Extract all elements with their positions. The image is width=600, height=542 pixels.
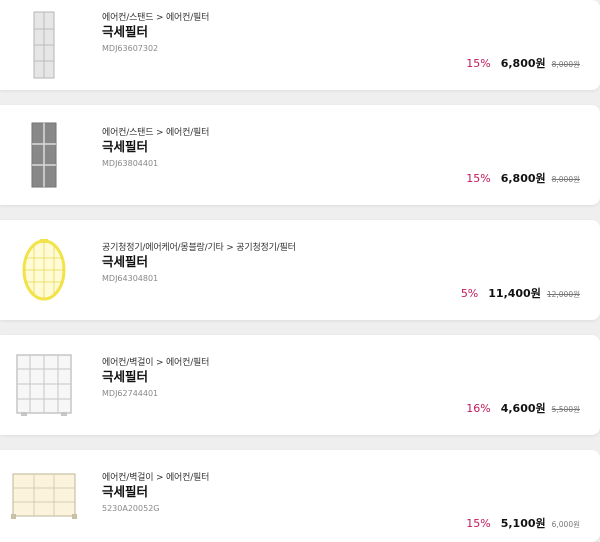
product-code: 5230A20052G bbox=[102, 504, 160, 513]
discount-rate: 16% bbox=[466, 402, 491, 415]
product-list: 에어컨/스탠드 > 에어컨/필터 극세필터 MDJ63607302 15% 6,… bbox=[0, 0, 600, 542]
product-card[interactable]: 에어컨/벽걸이 > 에어컨/필터 극세필터 5230A20052G 15% 5,… bbox=[0, 450, 600, 542]
product-name: 극세필터 bbox=[102, 484, 149, 499]
price-row: 5% 11,400원 12,000원 bbox=[461, 285, 580, 301]
discount-rate: 15% bbox=[466, 172, 491, 185]
product-card[interactable]: 에어컨/스탠드 > 에어컨/필터 극세필터 MDJ63804401 15% 6,… bbox=[0, 105, 600, 205]
product-card[interactable]: 공기청정기/에어케어/몽블랑/기타 > 공기청정기/필터 극세필터 MDJ643… bbox=[0, 220, 600, 320]
product-card[interactable]: 에어컨/스탠드 > 에어컨/필터 극세필터 MDJ63607302 15% 6,… bbox=[0, 0, 600, 90]
discount-rate: 15% bbox=[466, 57, 491, 70]
product-code: MDJ64304801 bbox=[102, 274, 159, 283]
discount-rate: 5% bbox=[460, 287, 479, 300]
sale-price: 5,100원 bbox=[500, 517, 546, 530]
oval-yellow-filter-icon bbox=[8, 220, 80, 320]
product-code: MDJ63607302 bbox=[102, 44, 159, 53]
sale-price: 6,800원 bbox=[500, 172, 546, 185]
original-price: 6,000원 bbox=[551, 520, 580, 529]
product-name: 극세필터 bbox=[102, 254, 149, 269]
price-row: 15% 6,800원 8,000원 bbox=[466, 170, 580, 186]
tall-white-filter-icon bbox=[8, 0, 80, 90]
tall-gray-filter-icon bbox=[8, 105, 80, 205]
product-card[interactable]: 에어컨/벽걸이 > 에어컨/필터 극세필터 MDJ62744401 16% 4,… bbox=[0, 335, 600, 435]
original-price: 8,000원 bbox=[551, 175, 580, 184]
price-row: 16% 4,600원 5,500원 bbox=[466, 400, 580, 416]
square-grid-filter-icon bbox=[8, 335, 80, 435]
product-name: 극세필터 bbox=[102, 139, 149, 154]
price-row: 15% 5,100원 6,000원 bbox=[466, 515, 580, 531]
product-name: 극세필터 bbox=[102, 24, 149, 39]
wide-cream-filter-icon bbox=[8, 450, 80, 542]
product-code: MDJ63804401 bbox=[102, 159, 159, 168]
discount-rate: 15% bbox=[466, 517, 491, 530]
sale-price: 6,800원 bbox=[500, 57, 546, 70]
product-code: MDJ62744401 bbox=[102, 389, 159, 398]
product-name: 극세필터 bbox=[102, 369, 149, 384]
original-price: 12,000원 bbox=[546, 290, 580, 299]
original-price: 8,000원 bbox=[551, 60, 580, 69]
sale-price: 4,600원 bbox=[500, 402, 546, 415]
sale-price: 11,400원 bbox=[488, 287, 541, 300]
original-price: 5,500원 bbox=[551, 405, 580, 414]
price-row: 15% 6,800원 8,000원 bbox=[466, 55, 580, 71]
